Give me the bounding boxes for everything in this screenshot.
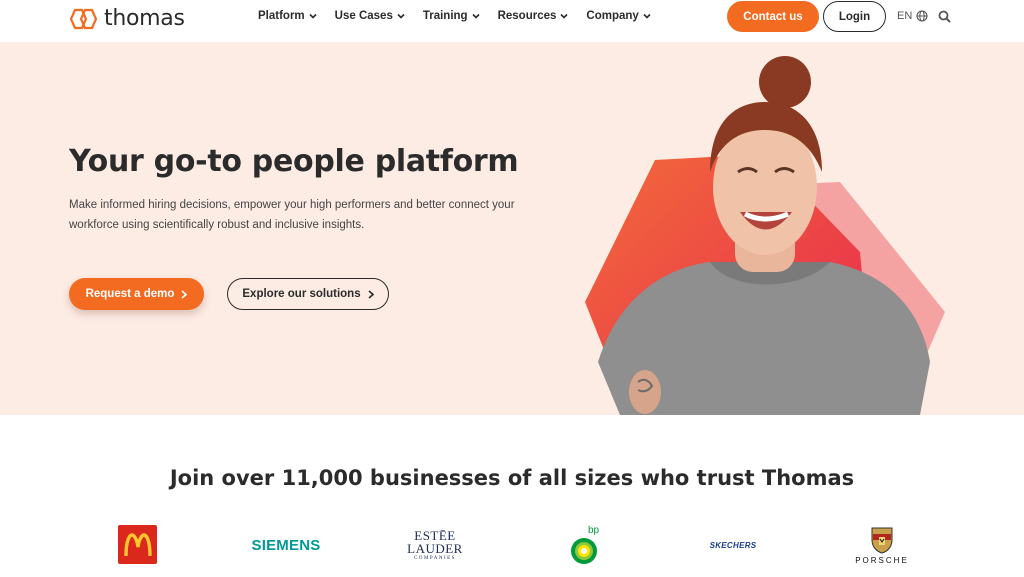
nav-use-cases[interactable]: Use Cases	[335, 10, 405, 22]
hero-person-image	[585, 56, 945, 415]
nav-resources[interactable]: Resources	[498, 10, 569, 22]
skechers-logo: SKECHERS	[709, 540, 757, 550]
estee-lauder-logo: ESTĒE LAUDER COMPANIES	[404, 520, 466, 570]
chevron-down-icon	[643, 13, 651, 19]
request-demo-button[interactable]: Request a demo	[69, 278, 204, 310]
estee-line2: LAUDER	[407, 540, 463, 556]
bp-helios-icon: bp	[571, 525, 600, 564]
language-label: EN	[897, 10, 913, 22]
siemens-logo: SIEMENS	[251, 536, 321, 554]
bp-text: bp	[588, 525, 600, 536]
bp-logo: bp	[566, 520, 606, 570]
login-button[interactable]: Login	[823, 1, 886, 32]
button-label: Explore our solutions	[242, 288, 361, 300]
nav-company[interactable]: Company	[586, 10, 651, 22]
main-nav: Platform Use Cases Training Resources Co…	[258, 10, 651, 22]
trust-heading: Join over 11,000 businesses of all sizes…	[169, 466, 855, 490]
thomas-logo[interactable]: thomas	[69, 6, 185, 31]
logo-text: thomas	[104, 6, 185, 31]
chevron-down-icon	[397, 13, 405, 19]
chevron-right-icon	[368, 289, 374, 299]
mcdonalds-logo	[118, 525, 157, 564]
nav-label: Platform	[258, 10, 305, 22]
porsche-wordmark: PORSCHE	[855, 555, 909, 565]
estee-line3: COMPANIES	[414, 555, 456, 561]
hero-subtitle: Make informed hiring decisions, empower …	[69, 199, 515, 231]
nav-training[interactable]: Training	[423, 10, 480, 22]
nav-label: Company	[586, 10, 639, 22]
chevron-right-icon	[181, 289, 188, 299]
mcdonalds-arches-icon	[123, 532, 152, 556]
globe-icon	[916, 10, 928, 22]
site-header: thomas Platform Use Cases Training Resou…	[0, 0, 1024, 42]
explore-solutions-button[interactable]: Explore our solutions	[227, 278, 389, 310]
nav-label: Use Cases	[334, 10, 393, 22]
estee-line1: ESTĒE	[414, 527, 456, 543]
porsche-crest-icon	[871, 527, 893, 554]
chevron-down-icon	[560, 13, 568, 19]
chevron-down-icon	[309, 13, 317, 19]
button-label: Request a demo	[85, 288, 175, 300]
contact-us-button[interactable]: Contact us	[727, 1, 819, 32]
language-selector[interactable]: EN	[897, 10, 928, 22]
hexagon-logo-icon	[69, 8, 98, 29]
customer-logos: SIEMENS ESTĒE LAUDER COMPANIES bp SKECHE…	[0, 520, 1024, 570]
hero-title: Your go-to people platform	[69, 144, 519, 179]
porsche-logo: PORSCHE	[840, 520, 924, 570]
hero-section: Your go-to people platform Make informed…	[0, 42, 1024, 415]
nav-label: Resources	[497, 10, 557, 22]
nav-label: Training	[422, 10, 468, 22]
chevron-down-icon	[472, 13, 480, 19]
search-icon[interactable]	[938, 10, 951, 23]
nav-platform[interactable]: Platform	[258, 10, 317, 22]
